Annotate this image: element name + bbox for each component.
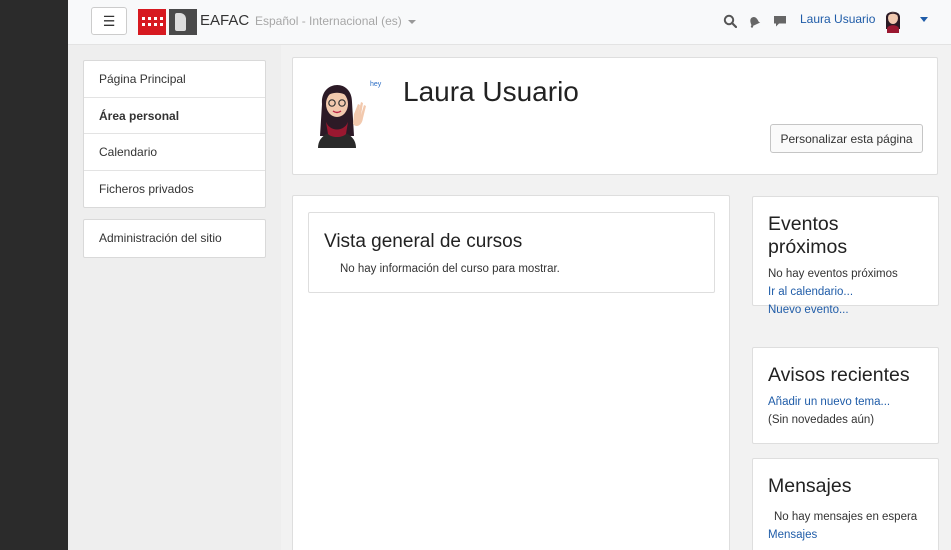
language-label: Español - Internacional (es) [255,14,402,28]
messages-block: Mensajes No hay mensajes en espera Mensa… [752,458,939,550]
course-overview-block: Vista general de cursos No hay informaci… [308,212,715,293]
main-content-region: Vista general de cursos No hay informaci… [292,195,730,550]
menu-toggle-button[interactable]: ☰ [91,7,127,35]
profile-avatar: hey [308,74,388,148]
community-logo[interactable] [138,9,166,35]
latest-news-block: Avisos recientes Añadir un nuevo tema...… [752,347,939,444]
new-event-link[interactable]: Nuevo evento... [768,304,849,316]
bell-icon[interactable] [747,14,761,28]
messages-empty: No hay mensajes en espera [774,511,918,523]
user-menu-name[interactable]: Laura Usuario [800,12,875,26]
upcoming-events-title-line2: próximos [768,236,848,258]
latest-news-empty: (Sin novedades aún) [768,414,875,426]
drawer-item-dashboard[interactable]: Área personal [84,98,265,135]
profile-name: Laura Usuario [403,76,579,107]
drawer-item-site-admin[interactable]: Administración del sitio [84,220,265,257]
upcoming-events-title-line1: Eventos [768,213,839,235]
language-menu[interactable]: Español - Internacional (es) [255,14,416,28]
app-window: ☰ EAFAC Español - Internacional (es) Lau… [68,0,951,550]
page-header: hey Laura Usuario Personalizar esta pági… [292,57,938,175]
site-logo[interactable] [169,9,197,35]
nav-drawer: Página Principal Área personal Calendari… [68,45,281,550]
avatar-caption: hey [370,81,382,88]
top-navbar: ☰ EAFAC Español - Internacional (es) Lau… [68,0,951,45]
site-name[interactable]: EAFAC [200,12,249,29]
drawer-admin-group: Administración del sitio [83,219,266,258]
chevron-down-icon[interactable] [920,17,928,22]
search-icon[interactable] [723,14,737,28]
messages-link[interactable]: Mensajes [768,529,817,541]
drawer-item-home[interactable]: Página Principal [84,61,265,98]
upcoming-events-block: Eventos próximos No hay eventos próximos… [752,196,939,316]
drawer-item-calendar[interactable]: Calendario [84,134,265,171]
messages-title: Mensajes [768,475,852,497]
drawer-main-group: Página Principal Área personal Calendari… [83,60,266,209]
add-new-topic-link[interactable]: Añadir un nuevo tema... [768,396,890,408]
course-overview-title: Vista general de cursos [324,231,523,252]
drawer-item-private-files[interactable]: Ficheros privados [84,171,265,208]
course-overview-empty-message: No hay información del curso para mostra… [340,263,560,275]
upcoming-events-empty: No hay eventos próximos [768,268,898,280]
user-avatar[interactable] [880,7,906,33]
message-icon[interactable] [773,14,787,28]
hamburger-icon: ☰ [102,12,116,29]
go-to-calendar-link[interactable]: Ir al calendario... [768,286,853,298]
dark-side-strip [0,0,68,550]
customize-page-button[interactable]: Personalizar esta página [770,124,923,153]
latest-news-title: Avisos recientes [768,364,910,386]
caret-down-icon [407,19,416,24]
